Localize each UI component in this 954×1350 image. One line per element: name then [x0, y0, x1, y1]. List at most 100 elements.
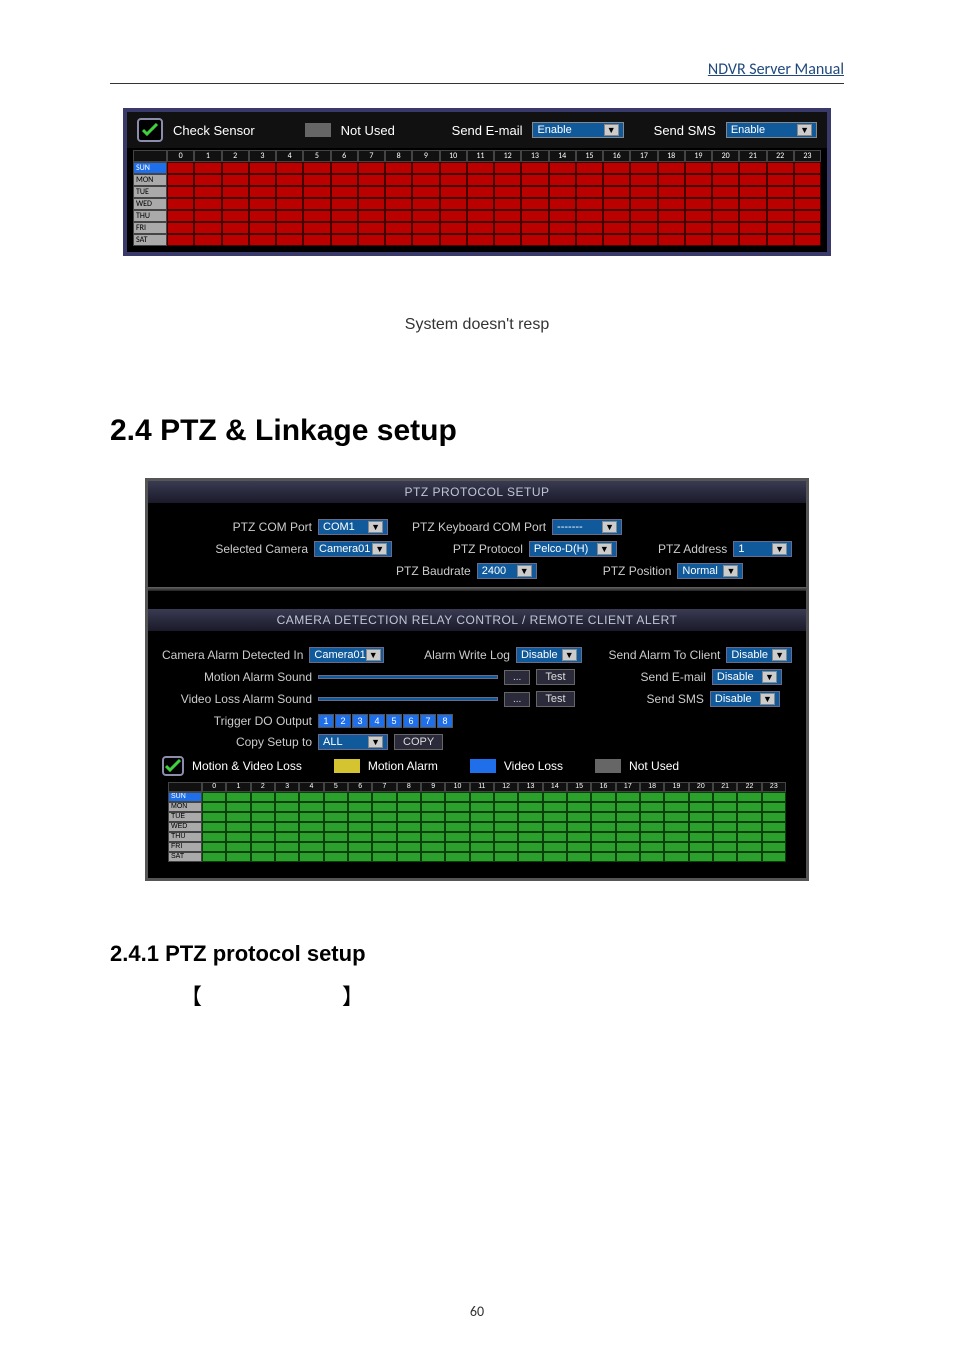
schedule-cell[interactable]	[603, 186, 630, 198]
schedule-cell[interactable]	[630, 234, 657, 246]
schedule-cell[interactable]	[222, 162, 249, 174]
trigger-do-button[interactable]: 4	[369, 714, 385, 728]
schedule-cell[interactable]	[664, 852, 688, 862]
schedule-cell[interactable]	[591, 852, 615, 862]
schedule-cell[interactable]	[202, 832, 226, 842]
schedule-cell[interactable]	[521, 162, 548, 174]
schedule-cell[interactable]	[324, 822, 348, 832]
trigger-do-button[interactable]: 7	[420, 714, 436, 728]
schedule-cell[interactable]	[303, 198, 330, 210]
schedule-cell[interactable]	[385, 210, 412, 222]
schedule-cell[interactable]	[249, 210, 276, 222]
schedule-cell[interactable]	[518, 842, 542, 852]
schedule-cell[interactable]	[299, 832, 323, 842]
schedule-cell[interactable]	[303, 162, 330, 174]
schedule-cell[interactable]	[226, 852, 250, 862]
schedule-cell[interactable]	[762, 852, 786, 862]
schedule-cell[interactable]	[640, 802, 664, 812]
schedule-cell[interactable]	[737, 822, 761, 832]
browse-button[interactable]: ...	[504, 692, 530, 707]
schedule-cell[interactable]	[712, 174, 739, 186]
schedule-cell[interactable]	[412, 162, 439, 174]
schedule-cell[interactable]	[275, 792, 299, 802]
schedule-cell[interactable]	[576, 198, 603, 210]
schedule-cell[interactable]	[275, 802, 299, 812]
schedule-cell[interactable]	[689, 822, 713, 832]
schedule-cell[interactable]	[385, 198, 412, 210]
schedule-cell[interactable]	[445, 852, 469, 862]
schedule-cell[interactable]	[348, 822, 372, 832]
schedule-cell[interactable]	[549, 186, 576, 198]
schedule-cell[interactable]	[494, 222, 521, 234]
schedule-cell[interactable]	[518, 792, 542, 802]
schedule-cell[interactable]	[303, 186, 330, 198]
schedule-cell[interactable]	[358, 198, 385, 210]
schedule-cell[interactable]	[331, 222, 358, 234]
schedule-cell[interactable]	[324, 802, 348, 812]
schedule-cell[interactable]	[494, 174, 521, 186]
send-sms-select[interactable]: Disable▼	[710, 691, 780, 707]
schedule-cell[interactable]	[658, 210, 685, 222]
schedule-cell[interactable]	[549, 222, 576, 234]
schedule-cell[interactable]	[794, 174, 821, 186]
schedule-cell[interactable]	[712, 210, 739, 222]
schedule-cell[interactable]	[331, 186, 358, 198]
schedule-cell[interactable]	[445, 842, 469, 852]
schedule-cell[interactable]	[616, 812, 640, 822]
schedule-cell[interactable]	[494, 832, 518, 842]
schedule-cell[interactable]	[737, 842, 761, 852]
schedule-cell[interactable]	[222, 210, 249, 222]
schedule-cell[interactable]	[685, 210, 712, 222]
schedule-cell[interactable]	[222, 234, 249, 246]
schedule-cell[interactable]	[358, 186, 385, 198]
schedule-cell[interactable]	[567, 852, 591, 862]
schedule-cell[interactable]	[324, 832, 348, 842]
schedule-cell[interactable]	[521, 174, 548, 186]
schedule-cell[interactable]	[331, 162, 358, 174]
schedule-cell[interactable]	[167, 186, 194, 198]
schedule-cell[interactable]	[226, 812, 250, 822]
schedule-cell[interactable]	[276, 210, 303, 222]
schedule-cell[interactable]	[303, 234, 330, 246]
schedule-cell[interactable]	[324, 852, 348, 862]
schedule-cell[interactable]	[467, 210, 494, 222]
schedule-cell[interactable]	[494, 186, 521, 198]
schedule-cell[interactable]	[689, 842, 713, 852]
schedule-cell[interactable]	[167, 210, 194, 222]
schedule-cell[interactable]	[591, 822, 615, 832]
schedule-cell[interactable]	[685, 222, 712, 234]
schedule-cell[interactable]	[470, 832, 494, 842]
schedule-cell[interactable]	[739, 186, 766, 198]
schedule-cell[interactable]	[794, 234, 821, 246]
schedule-cell[interactable]	[445, 822, 469, 832]
schedule-cell[interactable]	[712, 234, 739, 246]
schedule-cell[interactable]	[664, 822, 688, 832]
browse-button[interactable]: ...	[504, 670, 530, 685]
schedule-cell[interactable]	[713, 792, 737, 802]
schedule-cell[interactable]	[603, 162, 630, 174]
schedule-cell[interactable]	[276, 198, 303, 210]
selected-camera-select[interactable]: Camera01▼	[314, 541, 392, 557]
schedule-cell[interactable]	[712, 162, 739, 174]
schedule-cell[interactable]	[167, 162, 194, 174]
schedule-cell[interactable]	[658, 174, 685, 186]
schedule-cell[interactable]	[616, 792, 640, 802]
schedule-cell[interactable]	[440, 174, 467, 186]
schedule-cell[interactable]	[202, 852, 226, 862]
schedule-cell[interactable]	[467, 198, 494, 210]
schedule-cell[interactable]	[412, 234, 439, 246]
schedule-cell[interactable]	[689, 812, 713, 822]
trigger-do-button[interactable]: 6	[403, 714, 419, 728]
schedule-cell[interactable]	[767, 198, 794, 210]
schedule-cell[interactable]	[767, 210, 794, 222]
schedule-cell[interactable]	[713, 822, 737, 832]
schedule-cell[interactable]	[303, 210, 330, 222]
schedule-cell[interactable]	[358, 174, 385, 186]
schedule-cell[interactable]	[397, 842, 421, 852]
schedule-cell[interactable]	[324, 842, 348, 852]
schedule-cell[interactable]	[567, 832, 591, 842]
schedule-cell[interactable]	[194, 222, 221, 234]
schedule-cell[interactable]	[658, 234, 685, 246]
schedule-cell[interactable]	[397, 832, 421, 842]
schedule-cell[interactable]	[737, 852, 761, 862]
